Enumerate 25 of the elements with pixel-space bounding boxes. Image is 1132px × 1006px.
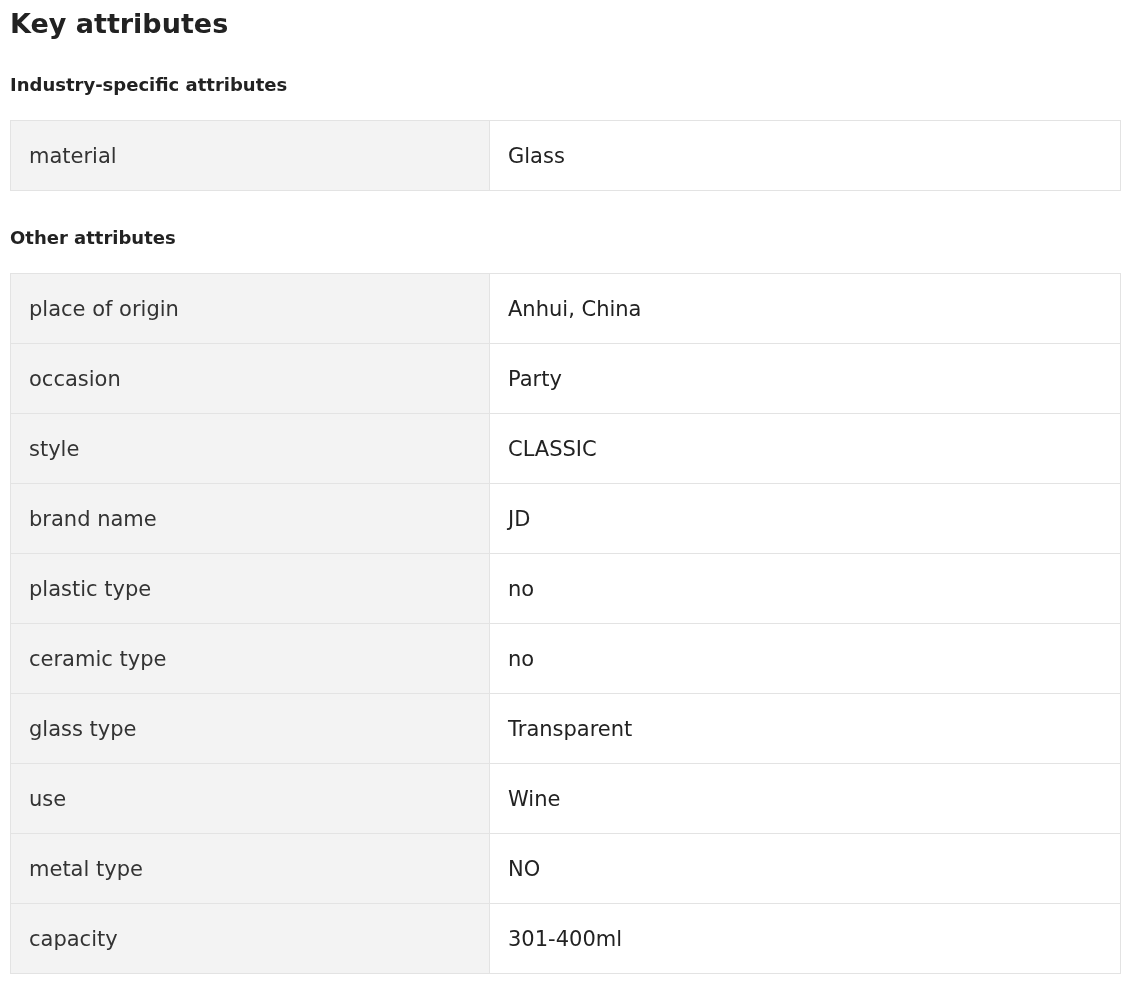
attribute-name-cell: glass type: [11, 694, 490, 763]
attribute-value-cell-text: Wine: [507, 785, 562, 813]
attribute-name-cell: use: [11, 764, 490, 833]
attribute-value-cell-text: no: [507, 645, 536, 673]
attribute-value-cell-text: Transparent: [507, 715, 634, 743]
attribute-name-cell: place of origin: [11, 274, 490, 343]
subsection-heading: Industry-specific attributes: [10, 73, 289, 97]
attribute-value-cell-text: 301-400ml: [507, 925, 624, 953]
subsection-heading: Other attributes: [10, 226, 177, 250]
attribute-value-cell-text: Anhui, China: [507, 295, 643, 323]
attribute-name-cell: brand name: [11, 484, 490, 553]
attribute-value-cell-text: no: [507, 575, 536, 603]
attribute-name-cell: capacity: [11, 904, 490, 973]
attribute-name-cell: metal type: [11, 834, 490, 903]
attribute-name-cell: material: [11, 121, 490, 190]
attribute-name-cell: style: [11, 414, 490, 483]
attribute-value-cell-text: CLASSIC: [507, 435, 598, 463]
section-title: Key attributes: [10, 7, 230, 41]
attribute-value-cell-text: Glass: [507, 142, 566, 170]
attribute-value-cell-text: JD: [506, 505, 532, 533]
attribute-name-cell: occasion: [11, 344, 490, 413]
attribute-name-cell: ceramic type: [11, 624, 490, 693]
attribute-name-cell: plastic type: [11, 554, 490, 623]
attribute-value-cell-text: Party: [507, 365, 563, 393]
attribute-value-cell-text: NO: [507, 855, 542, 883]
